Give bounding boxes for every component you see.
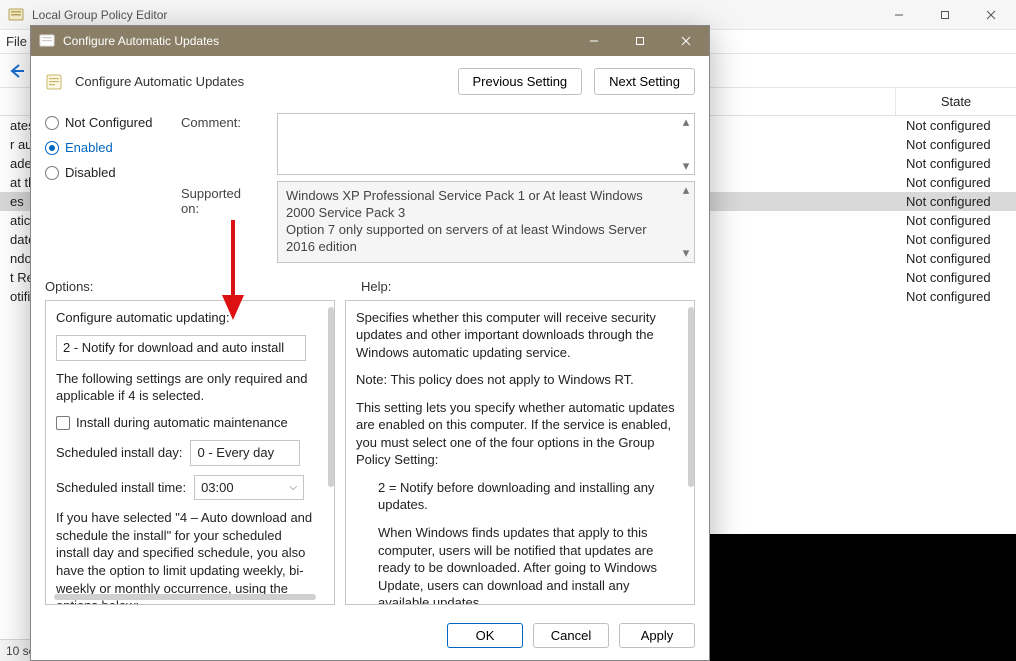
configure-label: Configure automatic updating: [56, 309, 316, 327]
following-note: The following settings are only required… [56, 370, 316, 405]
dialog-config-section: Not Configured Enabled Disabled Comment:… [31, 107, 709, 269]
minimize-button[interactable] [876, 0, 922, 30]
policy-icon [45, 73, 63, 91]
cell-state: Not configured [896, 289, 1016, 304]
radio-icon [45, 116, 59, 130]
apply-button[interactable]: Apply [619, 623, 695, 648]
options-hscrollbar[interactable] [54, 594, 316, 600]
dialog-configure-automatic-updates: Configure Automatic Updates Configure Au… [30, 25, 710, 661]
dialog-window-controls [571, 26, 709, 56]
option4-note: If you have selected "4 – Auto download … [56, 509, 316, 605]
menu-file[interactable]: File [6, 34, 27, 49]
black-area [710, 534, 1016, 661]
supported-label: Supported on: [181, 186, 261, 216]
help-p3: This setting lets you specify whether au… [356, 399, 684, 469]
next-setting-button[interactable]: Next Setting [594, 68, 695, 95]
install-maintenance-checkbox[interactable]: Install during automatic maintenance [56, 414, 316, 432]
chevron-down-icon: ⌵ [289, 481, 297, 495]
select-value: 0 - Every day [197, 444, 274, 462]
scroll-up-icon[interactable]: ▴ [678, 182, 694, 198]
help-panel: Specifies whether this computer will rec… [345, 300, 695, 605]
ok-button[interactable]: OK [447, 623, 523, 648]
scheduled-day-label: Scheduled install day: [56, 444, 182, 462]
help-header: Help: [361, 279, 695, 294]
cell-state: Not configured [896, 213, 1016, 228]
select-value: 2 - Notify for download and auto install [63, 339, 284, 357]
radio-enabled[interactable]: Enabled [45, 140, 165, 155]
help-p5: When Windows finds updates that apply to… [356, 524, 684, 605]
help-p1: Specifies whether this computer will rec… [356, 309, 684, 362]
scheduled-day-select[interactable]: 0 - Every day [190, 440, 300, 466]
dialog-app-icon [39, 33, 55, 49]
options-panel: Configure automatic updating: 2 - Notify… [45, 300, 335, 605]
radio-label: Enabled [65, 140, 113, 155]
main-window-controls [876, 0, 1014, 30]
scheduled-time-select[interactable]: 03:00 ⌵ [194, 475, 304, 501]
app-icon [8, 7, 24, 23]
dialog-title: Configure Automatic Updates [63, 34, 571, 48]
dialog-close-button[interactable] [663, 26, 709, 56]
cell-state: Not configured [896, 270, 1016, 285]
cancel-button[interactable]: Cancel [533, 623, 609, 648]
supported-text: Windows XP Professional Service Pack 1 o… [286, 188, 647, 254]
cell-state: Not configured [896, 156, 1016, 171]
radio-icon [45, 166, 59, 180]
cell-state: Not configured [896, 251, 1016, 266]
maximize-button[interactable] [922, 0, 968, 30]
cell-state: Not configured [896, 137, 1016, 152]
scroll-down-icon[interactable]: ▾ [678, 158, 694, 174]
dialog-titlebar: Configure Automatic Updates [31, 26, 709, 56]
options-scrollbar[interactable] [328, 307, 334, 487]
scheduled-time-label: Scheduled install time: [56, 479, 186, 497]
dialog-header: Configure Automatic Updates Previous Set… [31, 56, 709, 107]
radio-label: Not Configured [65, 115, 152, 130]
radio-icon [45, 141, 59, 155]
help-scrollbar[interactable] [688, 307, 694, 487]
select-value: 03:00 [201, 479, 234, 497]
previous-setting-button[interactable]: Previous Setting [458, 68, 583, 95]
comment-textbox[interactable]: ▴ ▾ [277, 113, 695, 175]
fields-column: ▴ ▾ Windows XP Professional Service Pack… [277, 113, 695, 263]
options-header: Options: [45, 279, 331, 294]
help-p2: Note: This policy does not apply to Wind… [356, 371, 684, 389]
dialog-minimize-button[interactable] [571, 26, 617, 56]
scroll-down-icon[interactable]: ▾ [678, 246, 694, 262]
radio-group: Not Configured Enabled Disabled [45, 113, 165, 263]
supported-on-box: Windows XP Professional Service Pack 1 o… [277, 181, 695, 263]
dialog-buttons: OK Cancel Apply [31, 613, 709, 660]
cell-state: Not configured [896, 232, 1016, 247]
dialog-header-title: Configure Automatic Updates [75, 74, 446, 89]
radio-label: Disabled [65, 165, 116, 180]
main-title: Local Group Policy Editor [32, 8, 876, 22]
panels: Configure automatic updating: 2 - Notify… [31, 300, 709, 613]
radio-disabled[interactable]: Disabled [45, 165, 165, 180]
col-state[interactable]: State [896, 88, 1016, 115]
close-button[interactable] [968, 0, 1014, 30]
scroll-up-icon[interactable]: ▴ [678, 114, 694, 130]
cell-state: Not configured [896, 175, 1016, 190]
cell-state: Not configured [896, 194, 1016, 209]
help-p4: 2 = Notify before downloading and instal… [356, 479, 684, 514]
comment-label: Comment: [181, 115, 261, 130]
checkbox-label: Install during automatic maintenance [76, 414, 288, 432]
back-icon[interactable] [8, 62, 26, 80]
radio-not-configured[interactable]: Not Configured [45, 115, 165, 130]
cell-state: Not configured [896, 118, 1016, 133]
dialog-maximize-button[interactable] [617, 26, 663, 56]
checkbox-icon [56, 416, 70, 430]
configure-select[interactable]: 2 - Notify for download and auto install [56, 335, 306, 361]
label-column: Comment: Supported on: [181, 113, 261, 263]
panel-headers: Options: Help: [31, 269, 709, 300]
